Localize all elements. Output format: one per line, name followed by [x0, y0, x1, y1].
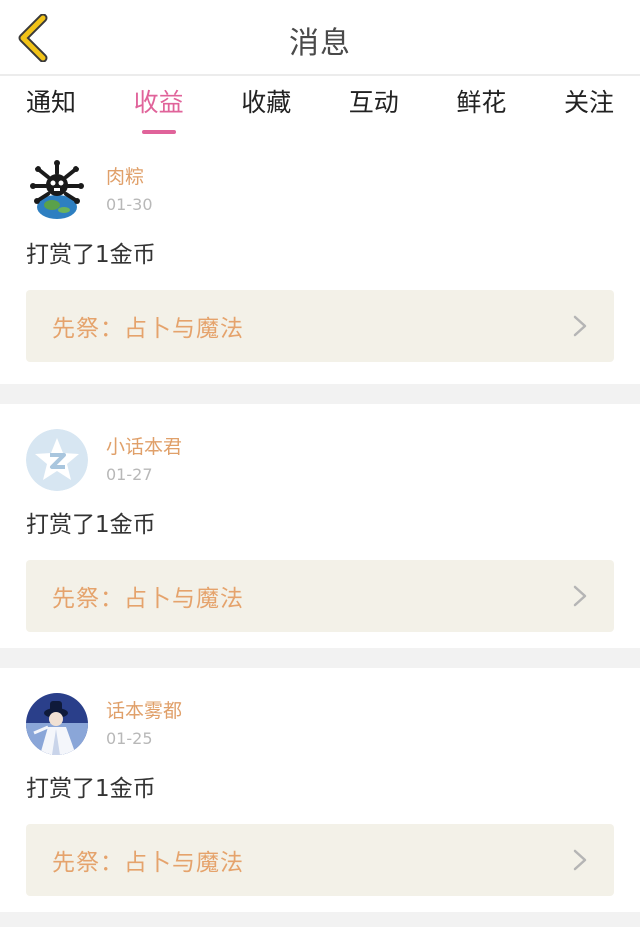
- messages-page: 消息 通知 收益 收藏 互动 鲜花 关注 肉粽 01-30 打赏了1金币 先祭：…: [0, 0, 640, 927]
- top-bar: 消息: [0, 0, 640, 76]
- tab-interactions[interactable]: 互动: [349, 88, 399, 134]
- username[interactable]: 话本雾都: [106, 698, 182, 724]
- tab-flowers[interactable]: 鲜花: [456, 88, 506, 134]
- user-meta: 小话本君 01-27: [106, 434, 182, 486]
- message-text: 打赏了1金币: [26, 512, 156, 538]
- tab-bar: 通知 收益 收藏 互动 鲜花 关注: [0, 76, 640, 134]
- chevron-right-icon: [573, 585, 587, 607]
- timestamp: 01-25: [106, 729, 153, 748]
- timestamp: 01-30: [106, 195, 153, 214]
- user-row: 肉粽 01-30: [26, 158, 614, 222]
- book-link[interactable]: 先祭：占卜与魔法: [26, 824, 614, 896]
- tab-notifications[interactable]: 通知: [26, 88, 76, 134]
- character-photo-avatar-icon: [26, 693, 88, 755]
- avatar[interactable]: [26, 693, 88, 755]
- username[interactable]: 小话本君: [106, 434, 182, 460]
- book-link[interactable]: 先祭：占卜与魔法: [26, 560, 614, 632]
- message-list: 肉粽 01-30 打赏了1金币 先祭：占卜与魔法 小话本君 01-27 打赏了1…: [0, 134, 640, 912]
- tab-earnings[interactable]: 收益: [134, 88, 184, 134]
- user-meta: 话本雾都 01-25: [106, 698, 182, 750]
- book-title: 先祭：占卜与魔法: [52, 316, 244, 342]
- chevron-right-icon: [573, 315, 587, 337]
- list-item: 话本雾都 01-25 打赏了1金币 先祭：占卜与魔法: [0, 668, 640, 912]
- user-row: 小话本君 01-27: [26, 428, 614, 492]
- avatar[interactable]: [26, 429, 88, 491]
- chevron-right-icon: [573, 849, 587, 871]
- tab-favorites[interactable]: 收藏: [241, 88, 291, 134]
- message-text: 打赏了1金币: [26, 242, 156, 268]
- list-item: 小话本君 01-27 打赏了1金币 先祭：占卜与魔法: [0, 404, 640, 648]
- page-title: 消息: [289, 26, 351, 61]
- book-title: 先祭：占卜与魔法: [52, 586, 244, 612]
- book-link[interactable]: 先祭：占卜与魔法: [26, 290, 614, 362]
- book-title: 先祭：占卜与魔法: [52, 850, 244, 876]
- user-row: 话本雾都 01-25: [26, 692, 614, 756]
- avatar[interactable]: [26, 159, 88, 221]
- list-item: 肉粽 01-30 打赏了1金币 先祭：占卜与魔法: [0, 134, 640, 384]
- skull-earth-avatar-icon: [26, 159, 88, 221]
- tab-following[interactable]: 关注: [564, 88, 614, 134]
- user-meta: 肉粽 01-30: [106, 164, 153, 216]
- default-star-avatar-icon: [26, 429, 88, 491]
- username[interactable]: 肉粽: [106, 164, 153, 190]
- timestamp: 01-27: [106, 465, 153, 484]
- message-text: 打赏了1金币: [26, 776, 156, 802]
